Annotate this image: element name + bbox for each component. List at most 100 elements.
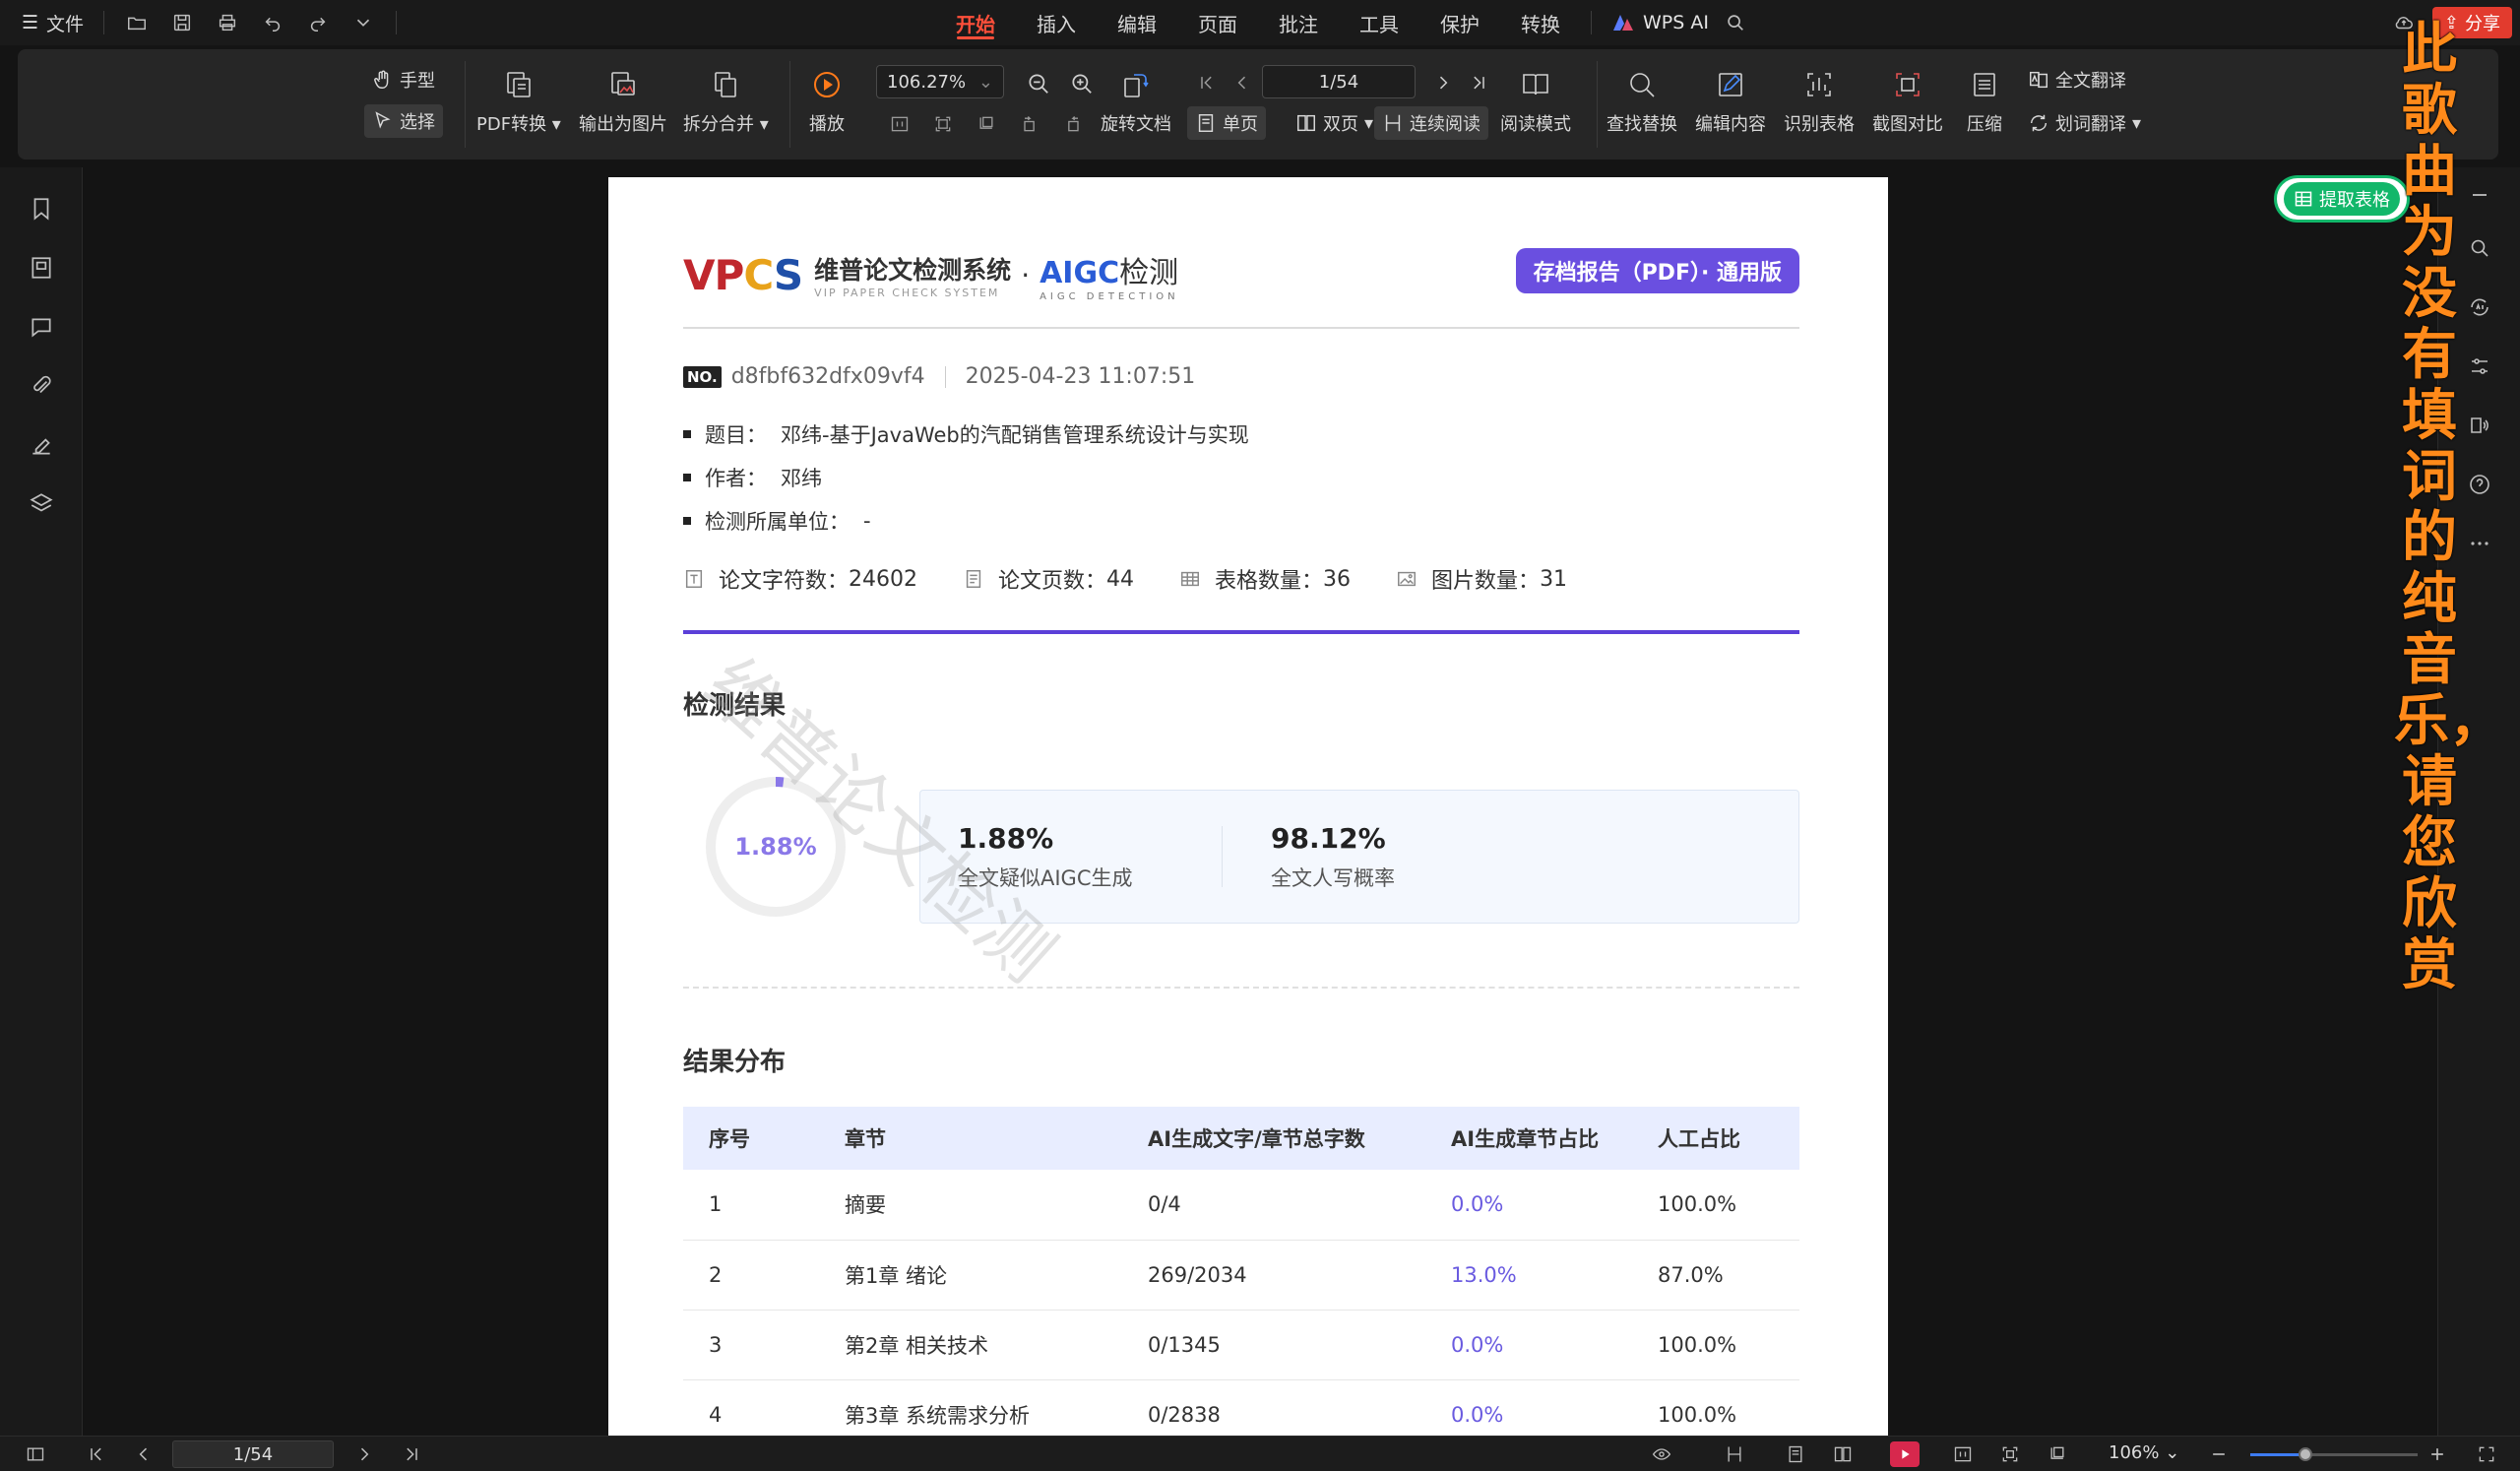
screenshot-compare-icon xyxy=(1886,63,1929,106)
hand-tool-label: 手型 xyxy=(400,71,435,92)
tab-page[interactable]: 页面 xyxy=(1177,0,1258,45)
ai-assist-icon[interactable] xyxy=(2464,291,2495,323)
edit-content-button[interactable]: 编辑内容 xyxy=(1695,63,1766,136)
zoom-in-icon[interactable] xyxy=(2426,1442,2449,1466)
status-bar: 1/54 106% ⌄ xyxy=(0,1436,2520,1471)
recognize-table-button[interactable]: 识别表格 xyxy=(1784,63,1855,136)
rotate-left-icon[interactable] xyxy=(1018,112,1041,136)
tab-tools[interactable]: 工具 xyxy=(1339,0,1419,45)
comment-icon[interactable] xyxy=(26,311,57,343)
distribution-section-title: 结果分布 xyxy=(683,1048,787,1077)
compress-button[interactable]: 压缩 xyxy=(1963,63,2006,136)
export-image-button[interactable]: 输出为图片 xyxy=(579,63,667,136)
prev-page-icon[interactable] xyxy=(132,1442,156,1466)
read-mode-button[interactable]: 阅读模式 xyxy=(1500,63,1571,136)
page-number-input[interactable]: 1/54 xyxy=(1262,65,1416,98)
extract-table-button[interactable]: 提取表格 xyxy=(2274,175,2410,223)
pdf-convert-button[interactable]: PDF转换 ▾ xyxy=(476,63,561,136)
zoom-slider[interactable] xyxy=(2250,1447,2418,1461)
tab-start[interactable]: 开始 xyxy=(935,0,1016,45)
paper-stats: 论文字符数： 24602 论文页数： 44 表格数量： 36 图片数量： 31 xyxy=(683,563,1612,595)
chevron-down-icon[interactable] xyxy=(350,10,376,35)
fit-width-icon[interactable] xyxy=(975,112,998,136)
report-number: d8fbf632dfx09vf4 xyxy=(730,364,925,389)
wps-ai-button[interactable]: WPS AI xyxy=(1611,12,1709,33)
first-page-icon[interactable] xyxy=(1195,71,1219,95)
actual-size-icon[interactable] xyxy=(888,112,912,136)
last-page-icon[interactable] xyxy=(400,1442,423,1466)
col-chapter: 章节 xyxy=(819,1107,1122,1170)
rotate-right-icon[interactable] xyxy=(1061,112,1085,136)
fit-page-icon[interactable] xyxy=(931,112,955,136)
hand-tool-button[interactable]: 手型 xyxy=(364,63,443,96)
tab-protect[interactable]: 保护 xyxy=(1419,0,1500,45)
fit-page-icon[interactable] xyxy=(1998,1442,2022,1466)
play-slideshow-icon[interactable] xyxy=(1890,1441,1920,1467)
file-menu-label: 文件 xyxy=(46,13,85,35)
read-aloud-icon[interactable] xyxy=(2464,410,2495,441)
attachment-icon[interactable] xyxy=(26,370,57,402)
zoom-out-icon[interactable] xyxy=(2207,1442,2231,1466)
play-button[interactable]: 播放 xyxy=(805,63,849,136)
open-folder-icon[interactable] xyxy=(124,10,150,35)
double-page-button[interactable]: 双页 ▾ xyxy=(1288,106,1381,140)
fit-width-icon[interactable] xyxy=(2046,1442,2069,1466)
col-ai-ratio: AI生成章节占比 xyxy=(1425,1107,1632,1170)
play-label: 播放 xyxy=(809,114,845,135)
eye-protection-icon[interactable] xyxy=(1642,1442,1681,1466)
signature-icon[interactable] xyxy=(26,429,57,461)
search-icon[interactable] xyxy=(1723,10,1748,35)
table-header-row: 序号 章节 AI生成文字/章节总字数 AI生成章节占比 人工占比 xyxy=(683,1107,1799,1170)
tab-insert[interactable]: 插入 xyxy=(1016,0,1097,45)
bookmark-icon[interactable] xyxy=(26,193,57,224)
thumbnail-icon[interactable] xyxy=(26,252,57,284)
find-replace-button[interactable]: 查找替换 xyxy=(1606,63,1677,136)
cell-ai-ratio: 0.0% xyxy=(1425,1170,1632,1241)
settings-sliders-icon[interactable] xyxy=(2464,351,2495,382)
continuous-read-button[interactable]: 连续阅读 xyxy=(1374,106,1488,140)
single-view-icon[interactable] xyxy=(1784,1442,1807,1466)
full-translate-button[interactable]: 全文翻译 xyxy=(2020,63,2134,96)
prev-page-icon[interactable] xyxy=(1230,71,1254,95)
word-translate-button[interactable]: 划词翻译 ▾ xyxy=(2020,106,2149,140)
file-menu[interactable]: ☰ 文件 xyxy=(22,10,84,36)
status-zoom[interactable]: 106% ⌄ xyxy=(2109,1442,2179,1463)
save-icon[interactable] xyxy=(169,10,195,35)
tab-annotate[interactable]: 批注 xyxy=(1258,0,1339,45)
minimize-panel-icon[interactable] xyxy=(2464,179,2495,211)
zoom-select[interactable]: 106.27% ⌄ xyxy=(876,65,1004,98)
tab-convert[interactable]: 转换 xyxy=(1500,0,1581,45)
screenshot-compare-button[interactable]: 截图对比 xyxy=(1872,63,1943,136)
image-count-icon xyxy=(1398,571,1417,587)
extract-table-label: 提取表格 xyxy=(2319,190,2390,211)
zoom-slider-knob[interactable] xyxy=(2299,1447,2313,1461)
zoom-out-icon[interactable] xyxy=(1024,69,1053,98)
tab-edit[interactable]: 编辑 xyxy=(1097,0,1177,45)
continuous-view-icon[interactable] xyxy=(1723,1442,1746,1466)
single-page-button[interactable]: 单页 xyxy=(1187,106,1266,140)
fullscreen-icon[interactable] xyxy=(2475,1442,2498,1466)
zoom-in-icon[interactable] xyxy=(1067,69,1097,98)
split-merge-button[interactable]: 拆分合并 ▾ xyxy=(683,63,769,136)
first-page-icon[interactable] xyxy=(85,1442,108,1466)
search-icon[interactable] xyxy=(2464,232,2495,264)
help-icon[interactable] xyxy=(2464,469,2495,500)
pages-value: 44 xyxy=(1106,566,1135,592)
actual-size-icon[interactable] xyxy=(1951,1442,1975,1466)
undo-icon[interactable] xyxy=(260,10,285,35)
next-page-icon[interactable] xyxy=(352,1442,376,1466)
last-page-icon[interactable] xyxy=(1467,71,1490,95)
layers-icon[interactable] xyxy=(26,488,57,520)
redo-icon[interactable] xyxy=(305,10,331,35)
sidebar-toggle-icon[interactable] xyxy=(24,1442,47,1466)
print-icon[interactable] xyxy=(215,10,240,35)
rotate-doc-button[interactable]: 旋转文档 xyxy=(1101,63,1171,136)
status-page-input[interactable]: 1/54 xyxy=(172,1440,334,1468)
table-count-icon xyxy=(1181,571,1200,587)
more-icon[interactable] xyxy=(2464,528,2495,559)
double-view-icon[interactable] xyxy=(1831,1442,1855,1466)
aigc-percent: 1.88% xyxy=(958,822,1054,855)
next-page-icon[interactable] xyxy=(1431,71,1455,95)
cell-human-ratio: 87.0% xyxy=(1632,1240,1799,1311)
select-tool-button[interactable]: 选择 xyxy=(364,104,443,138)
